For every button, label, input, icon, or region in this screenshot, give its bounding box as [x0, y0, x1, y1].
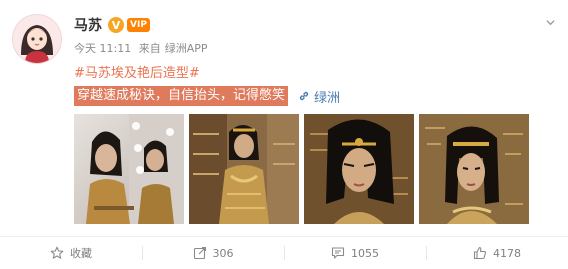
- link-label: 绿洲: [314, 90, 341, 106]
- photo-thumbnail-4[interactable]: [419, 114, 529, 224]
- verified-badge-icon: V: [108, 17, 124, 33]
- link-icon: [299, 91, 309, 101]
- comment-icon: [331, 247, 345, 259]
- comment-count: 1055: [351, 246, 379, 260]
- photo-thumbnail-1[interactable]: [74, 114, 184, 224]
- favorite-button[interactable]: 收藏: [0, 237, 142, 269]
- source-app[interactable]: 绿洲APP: [165, 42, 208, 55]
- action-bar: 收藏 306 1055 4178: [0, 237, 568, 269]
- thumbs-up-icon: [473, 246, 487, 260]
- weibo-post-card: 马苏 V VIP 今天 11:11 来自 绿洲APP #马苏埃及艳后造型# 穿越速…: [0, 0, 568, 269]
- link-item[interactable]: 绿洲: [298, 87, 340, 106]
- hashtag-link[interactable]: #马苏埃及艳后造型#: [74, 66, 200, 81]
- vip-badge-icon: VIP: [127, 18, 150, 32]
- photo-thumbnail-2[interactable]: [189, 114, 299, 224]
- post-meta: 今天 11:11 来自 绿洲APP: [74, 40, 212, 56]
- comment-button[interactable]: 1055: [284, 237, 426, 269]
- chevron-down-icon[interactable]: [546, 18, 555, 27]
- repost-icon: [193, 246, 206, 260]
- post-text-line2: 穿越速成秘诀，自信抬头，记得憋笑 绿洲: [74, 86, 340, 106]
- photo-thumbnail-3[interactable]: [304, 114, 414, 224]
- username[interactable]: 马苏: [74, 15, 102, 35]
- star-icon: [50, 246, 64, 259]
- source-prefix: 来自: [138, 42, 161, 55]
- repost-count: 306: [212, 246, 234, 260]
- timestamp[interactable]: 今天 11:11: [74, 42, 131, 55]
- author-row: 马苏 V VIP: [74, 14, 150, 36]
- repost-button[interactable]: 306: [142, 237, 284, 269]
- avatar[interactable]: [12, 14, 62, 64]
- favorite-label: 收藏: [70, 247, 92, 260]
- highlighted-text: 穿越速成秘诀，自信抬头，记得憋笑: [74, 86, 289, 106]
- photo-grid: [74, 114, 529, 224]
- cartoon-avatar-icon: [13, 15, 61, 63]
- post-text: #马苏埃及艳后造型#: [74, 62, 200, 81]
- like-count: 4178: [493, 246, 521, 260]
- like-button[interactable]: 4178: [426, 237, 568, 269]
